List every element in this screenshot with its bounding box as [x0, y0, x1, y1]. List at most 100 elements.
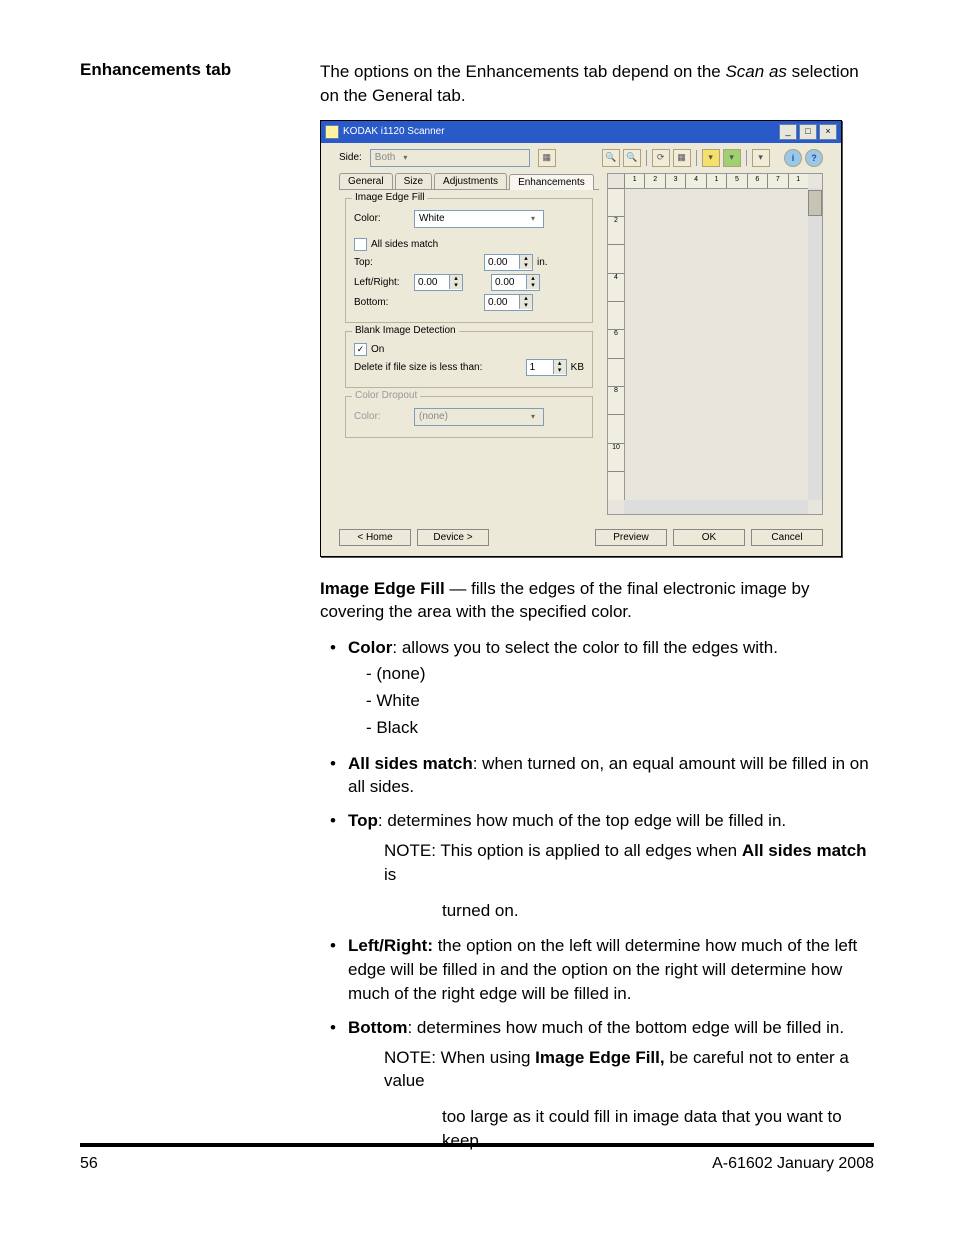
chevron-down-icon: ▾	[527, 412, 539, 421]
spinner-arrows-icon[interactable]: ▴▾	[449, 275, 462, 289]
help-icon[interactable]: ?	[805, 149, 823, 167]
app-icon	[325, 125, 339, 139]
top-note: NOTE: This option is applied to all edge…	[348, 839, 874, 887]
right-value: 0.00	[492, 277, 526, 288]
group-title-iedge: Image Edge Fill	[352, 192, 427, 203]
info-icon[interactable]: i	[784, 149, 802, 167]
spinner-arrows-icon[interactable]: ▴▾	[519, 255, 532, 269]
top-value: 0.00	[485, 257, 519, 268]
minimize-button[interactable]: _	[779, 124, 797, 140]
top-note-line2: turned on.	[348, 899, 874, 923]
all-sides-checkbox[interactable]	[354, 238, 367, 251]
image-settings-icon[interactable]: ▦	[538, 149, 556, 167]
tab-size[interactable]: Size	[395, 173, 432, 189]
blank-delete-label: Delete if file size is less than:	[354, 362, 526, 373]
iedge-color-label: Color:	[354, 213, 414, 224]
home-button[interactable]: < Home	[339, 529, 411, 546]
group-image-edge-fill: Image Edge Fill Color: White ▾	[345, 198, 593, 323]
bullet-bottom: Bottom: determines how much of the botto…	[330, 1016, 874, 1153]
horizontal-ruler: 123415671	[624, 174, 808, 189]
blank-size-unit: KB	[571, 362, 584, 373]
zoom-in-icon[interactable]: 🔍	[602, 149, 620, 167]
maximize-button[interactable]: □	[799, 124, 817, 140]
vertical-scrollbar[interactable]	[808, 188, 822, 500]
lr-head: Left/Right:	[348, 936, 433, 955]
blank-size-value: 1	[527, 362, 553, 373]
top-note-prefix: NOTE: This option is applied to all edge…	[384, 841, 742, 860]
tab-adjustments[interactable]: Adjustments	[434, 173, 507, 189]
top-text: : determines how much of the top edge wi…	[378, 811, 786, 830]
iedge-head: Image Edge Fill	[320, 579, 445, 598]
tool-green-icon[interactable]: ▾	[723, 149, 741, 167]
vertical-ruler: 246810	[608, 188, 625, 500]
rotate-icon[interactable]: ⟳	[652, 149, 670, 167]
iedge-color-value: White	[419, 213, 445, 224]
ok-button[interactable]: OK	[673, 529, 745, 546]
top-spinner[interactable]: 0.00▴▾	[484, 254, 533, 271]
bottom-spinner[interactable]: 0.00▴▾	[484, 294, 533, 311]
color-opt-black: - Black	[348, 714, 874, 741]
spinner-arrows-icon[interactable]: ▴▾	[526, 275, 539, 289]
bottom-note-prefix: NOTE: When using	[384, 1048, 535, 1067]
window-title: KODAK i1120 Scanner	[343, 126, 445, 137]
blank-on-checkbox[interactable]: ✓	[354, 343, 367, 356]
top-head: Top	[348, 811, 378, 830]
color-head: Color	[348, 638, 392, 657]
group-title-blank: Blank Image Detection	[352, 325, 459, 336]
spinner-arrows-icon[interactable]: ▴▾	[553, 360, 566, 374]
spinner-arrows-icon[interactable]: ▴▾	[519, 295, 532, 309]
tab-enhancements[interactable]: Enhancements	[509, 174, 594, 190]
zoom-out-icon[interactable]: 🔍	[623, 149, 641, 167]
bottom-text: : determines how much of the bottom edge…	[407, 1018, 844, 1037]
iedge-description: Image Edge Fill — fills the edges of the…	[320, 577, 874, 625]
intro-italic: Scan as	[725, 62, 786, 81]
section-heading: Enhancements tab	[80, 60, 231, 79]
scrollbar-thumb[interactable]	[808, 190, 822, 216]
intro-p1: The options on the Enhancements tab depe…	[320, 62, 725, 81]
separator	[746, 150, 747, 166]
blank-size-spinner[interactable]: 1▴▾	[526, 359, 567, 376]
left-spinner[interactable]: 0.00▴▾	[414, 274, 463, 291]
dropout-color-label: Color:	[354, 411, 414, 422]
bottom-note-bold: Image Edge Fill,	[535, 1048, 664, 1067]
bottom-label: Bottom:	[354, 297, 414, 308]
side-label: Side:	[339, 152, 362, 163]
device-button[interactable]: Device >	[417, 529, 489, 546]
group-blank-detection: Blank Image Detection ✓ On Delete if fil…	[345, 331, 593, 388]
page-footer: 56 A-61602 January 2008	[80, 1143, 874, 1173]
bullet-left-right: Left/Right: the option on the left will …	[330, 934, 874, 1005]
top-unit: in.	[537, 257, 548, 268]
cancel-button[interactable]: Cancel	[751, 529, 823, 546]
right-spinner[interactable]: 0.00▴▾	[491, 274, 540, 291]
chevron-down-icon: ▾	[527, 214, 539, 223]
lr-label: Left/Right:	[354, 277, 414, 288]
chevron-down-icon: ▾	[399, 153, 411, 162]
bullet-all-sides: All sides match: when turned on, an equa…	[330, 752, 874, 800]
dialog-screenshot: KODAK i1120 Scanner _ □ × Side: Both ▾	[320, 120, 842, 557]
iedge-color-dropdown[interactable]: White ▾	[414, 210, 544, 228]
separator	[696, 150, 697, 166]
grid-icon[interactable]: ▦	[673, 149, 691, 167]
top-label: Top:	[354, 257, 414, 268]
preview-area: 123415671 246810	[607, 173, 823, 515]
dropout-color-value: (none)	[419, 411, 448, 422]
intro-text: The options on the Enhancements tab depe…	[320, 60, 874, 108]
titlebar: KODAK i1120 Scanner _ □ ×	[321, 121, 841, 143]
color-opt-white: - White	[348, 687, 874, 714]
preview-button[interactable]: Preview	[595, 529, 667, 546]
tool-outline-icon[interactable]: ▾	[752, 149, 770, 167]
side-dropdown[interactable]: Both ▾	[370, 149, 530, 167]
close-button[interactable]: ×	[819, 124, 837, 140]
bullet-color: Color: allows you to select the color to…	[330, 636, 874, 741]
horizontal-scrollbar[interactable]	[624, 500, 808, 514]
side-value: Both	[375, 152, 396, 163]
color-opt-none: - (none)	[348, 660, 874, 687]
top-note-bold: All sides match	[742, 841, 867, 860]
toolbar: 🔍 🔍 ⟳ ▦ ▾ ▾ ▾ i ?	[602, 149, 823, 167]
tab-general[interactable]: General	[339, 173, 393, 189]
doc-id: A-61602 January 2008	[712, 1155, 874, 1173]
left-value: 0.00	[415, 277, 449, 288]
top-note-suffix: is	[384, 865, 396, 884]
tool-yellow-icon[interactable]: ▾	[702, 149, 720, 167]
separator	[646, 150, 647, 166]
